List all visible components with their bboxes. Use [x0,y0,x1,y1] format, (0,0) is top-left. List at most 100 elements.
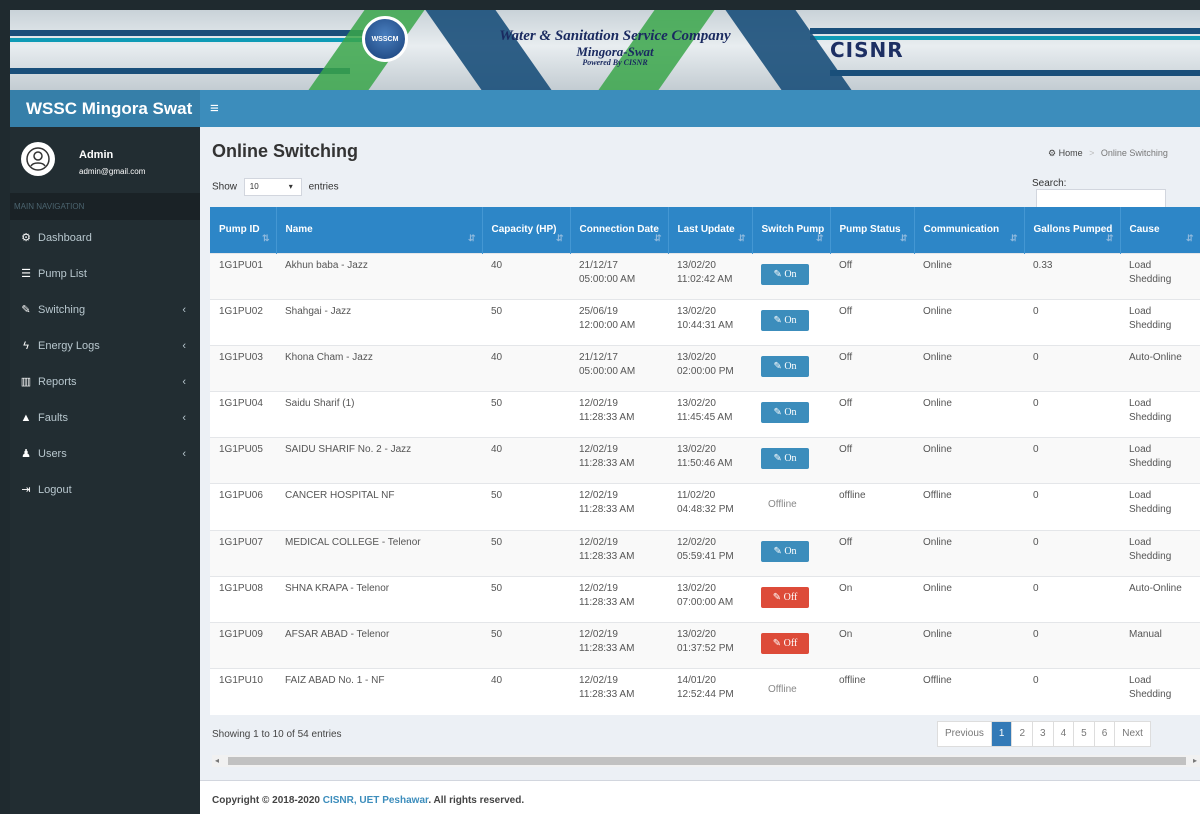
column-header[interactable]: Name ⇵ [276,207,483,253]
page-button-2[interactable]: 2 [1011,722,1033,746]
entries-control: Show 10 ▾ entries [212,178,339,196]
capacity-cell: 50 [482,529,570,577]
cause-cell: Load Shedding [1120,668,1200,715]
sidebar-item-faults[interactable]: ▲ Faults ‹ [10,400,200,436]
switch-on-button[interactable]: ✎ On [761,263,809,285]
table-info: Showing 1 to 10 of 54 entries [212,729,342,740]
chevron-left-icon: ‹ [182,304,186,316]
column-header-label: Switch Pump [761,223,825,235]
horizontal-scrollbar[interactable]: ◂ ▸ [212,755,1200,767]
table-row: 1G1PU06 CANCER HOSPITAL NF 50 12/02/19 11:28… [210,483,1200,531]
pump-id-cell: 1G1PU04 [210,391,276,438]
column-header[interactable]: Pump Status ⇵ [830,207,915,253]
column-header[interactable]: Connection Date ⇵ [570,207,669,253]
switch-off-button[interactable]: ✎ Off [761,633,809,654]
column-header[interactable]: Last Update ⇵ [668,207,753,253]
sidebar-item-label: Energy Logs [38,340,100,352]
search-input[interactable] [1036,189,1166,209]
capacity-cell: 40 [482,437,570,484]
sidebar-item-pump-list[interactable]: ☰ Pump List [10,256,200,292]
cause-cell: Load Shedding [1120,252,1200,300]
scroll-right-icon[interactable]: ▸ [1193,755,1197,767]
table-row: 1G1PU02 Shahgai - Jazz 50 25/06/19 12:00:00 … [210,298,1200,346]
scrollbar-thumb[interactable] [228,757,1186,765]
pump-id-cell: 1G1PU02 [210,298,276,346]
breadcrumb-current: Online Switching [1100,148,1168,158]
column-header[interactable]: Cause ⇵ [1120,207,1200,253]
column-header-label: Gallons Pumped [1033,223,1113,235]
column-header-label: Cause [1129,223,1160,235]
chevron-left-icon: ‹ [182,412,186,424]
sort-icon: ⇵ [467,232,476,243]
search-label: Search: [1032,178,1067,189]
user-email: admin@gmail.com [79,167,146,176]
gallons-pumped-cell: 0 [1024,621,1120,669]
chevron-left-icon: ‹ [182,448,186,460]
pump-name-cell: FAIZ ABAD No. 1 - NF [276,668,482,715]
table-row: 1G1PU07 MEDICAL COLLEGE - Telenor 50 12/02/… [210,529,1200,577]
column-header[interactable]: Switch Pump ⇵ [752,207,831,253]
page-button-3[interactable]: 3 [1032,722,1053,746]
switch-on-button[interactable]: ✎ On [761,402,809,424]
column-header[interactable]: Communication ⇵ [914,207,1025,253]
sidebar-item-label: Switching [38,304,86,316]
switch-off-button[interactable]: ✎ Off [761,586,809,608]
pump-id-cell: 1G1PU10 [210,668,276,715]
switch-on-button[interactable]: ✎ On [761,355,809,377]
last-update-cell: 13/02/20 02:00:00 PM [668,344,752,392]
entries-select[interactable]: 10 ▾ [243,178,302,196]
switch-on-button[interactable]: ✎ On [761,309,809,331]
pump-id-cell: 1G1PU06 [210,483,276,531]
dashboard-icon: ⚙ [21,232,31,244]
communication-cell: Offline [914,483,1024,531]
sidebar-item-energy-logs[interactable]: ϟ Energy Logs ‹ [10,328,200,364]
sidebar-item-switching[interactable]: ✎ Switching ‹ [10,292,200,328]
hamburger-icon[interactable]: ≡ [210,90,219,127]
breadcrumb: ⚙ Home > Online Switching [1048,148,1168,158]
pump-table: Pump ID ⇅ Name ⇵ Capacity (HP) ⇵ Connection Da… [210,207,1200,715]
pump-status-cell: offline [830,668,914,715]
column-header-label: Capacity (HP) [491,223,557,235]
gallons-pumped-cell: 0 [1024,344,1120,392]
switch-pump-cell: Offline [752,483,830,531]
table-row: 1G1PU05 SAIDU SHARIF No. 2 - Jazz 40 12/02/… [210,437,1200,484]
home-icon: ⚙ [1048,148,1057,158]
page-button-5[interactable]: 5 [1073,722,1094,746]
sidebar-item-logout[interactable]: ⇥ Logout [10,472,200,508]
page-button-1[interactable]: 1 [990,722,1012,746]
footer-link[interactable]: CISNR, UET Peshawar [323,795,429,806]
sidebar-item-users[interactable]: ♟ Users ‹ [10,436,200,472]
switch-on-button[interactable]: ✎ On [761,540,809,562]
connection-date-cell: 21/12/17 05:00:00 AM [570,252,668,300]
brand-logo[interactable]: WSSC Mingora Swat [10,90,200,127]
connection-date-cell: 12/02/19 11:28:33 AM [570,391,668,438]
last-update-cell: 13/02/20 07:00:00 AM [668,575,752,623]
breadcrumb-home[interactable]: Home [1059,148,1083,158]
capacity-cell: 50 [482,391,570,438]
sidebar-item-dashboard[interactable]: ⚙ Dashboard [10,220,200,256]
sign-out-icon: ⇥ [21,484,31,496]
page-button-4[interactable]: 4 [1052,722,1074,746]
pagination: Previous 1 2 3 4 5 6 Next [937,721,1151,747]
connection-date-cell: 12/02/19 11:28:33 AM [570,575,668,623]
sort-icon: ⇵ [815,232,824,243]
list-icon: ☰ [21,268,31,280]
next-button[interactable]: Next [1114,722,1150,746]
switch-on-button[interactable]: ✎ On [761,448,809,470]
pump-name-cell: Akhun baba - Jazz [276,252,482,300]
main-header: WSSC Mingora Swat ≡ [10,90,1200,127]
column-header[interactable]: Gallons Pumped ⇵ [1024,207,1121,253]
pump-status-cell: offline [830,483,914,531]
communication-cell: Online [914,437,1024,484]
page-button-6[interactable]: 6 [1093,722,1115,746]
content-area: Online Switching ⚙ Home > Online Switchi… [200,127,1200,780]
scroll-left-icon[interactable]: ◂ [215,755,219,767]
column-header[interactable]: Pump ID ⇅ [210,207,277,253]
pump-id-cell: 1G1PU05 [210,437,276,484]
capacity-cell: 40 [482,668,570,715]
column-header[interactable]: Capacity (HP) ⇵ [482,207,571,253]
pump-status-cell: Off [830,252,914,300]
pump-status-cell: Off [830,437,914,484]
previous-button[interactable]: Previous [938,722,991,746]
sidebar-item-reports[interactable]: ▥ Reports ‹ [10,364,200,400]
